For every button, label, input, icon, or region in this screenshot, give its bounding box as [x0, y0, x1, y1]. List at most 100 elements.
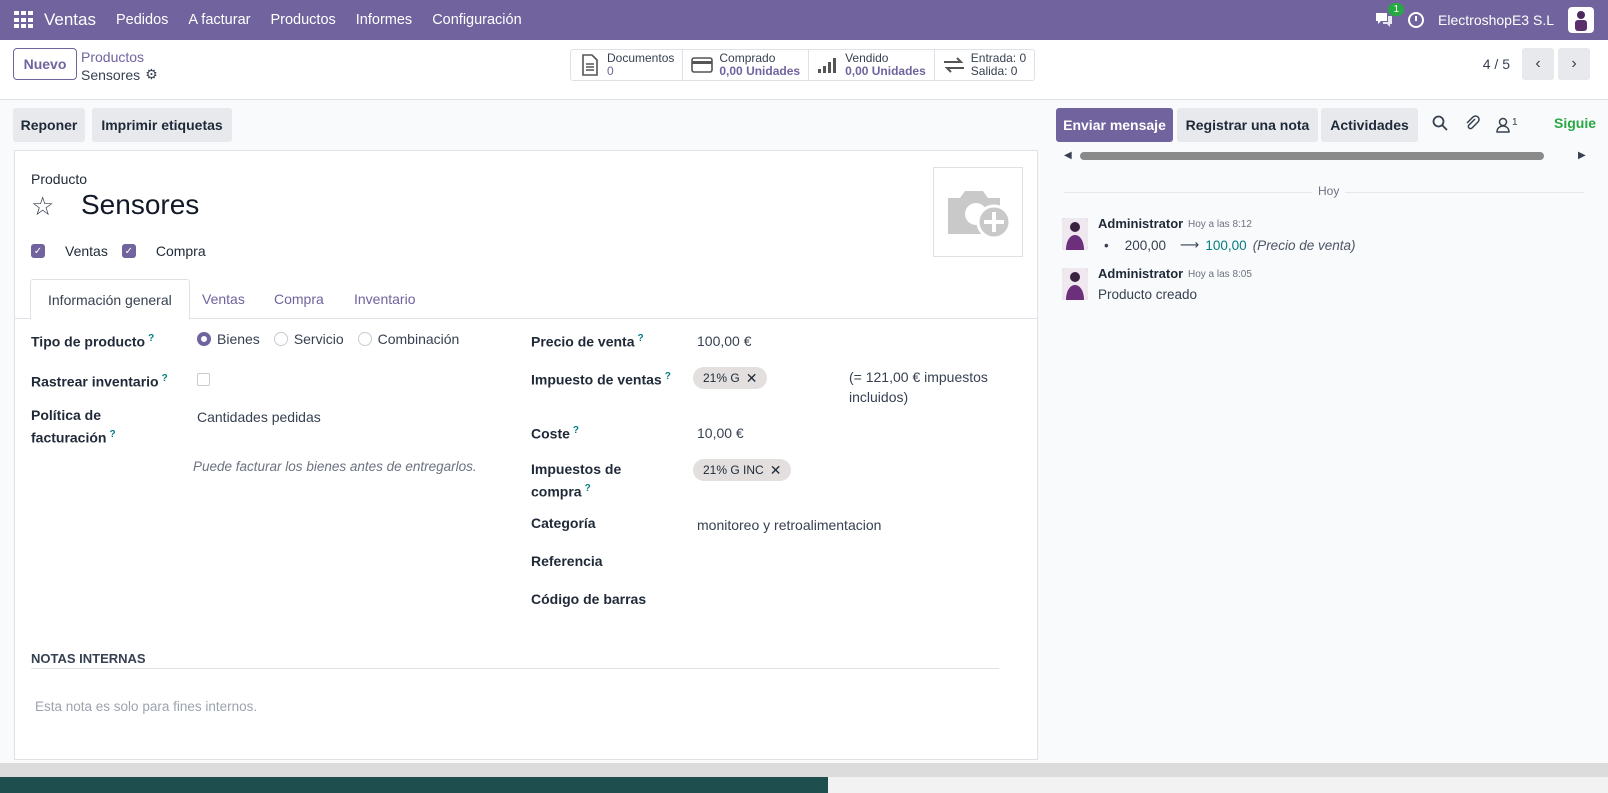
pager-previous-button[interactable]: ‹: [1522, 48, 1554, 80]
menu-informes[interactable]: Informes: [346, 12, 422, 28]
activities-button[interactable]: Actividades: [1321, 108, 1418, 142]
bar-chart-icon: [817, 57, 839, 74]
activity-clock-icon[interactable]: [1408, 12, 1425, 28]
tab-general-info[interactable]: Información general: [30, 279, 190, 320]
invoice-policy-label-line2: facturación: [31, 429, 107, 446]
help-icon[interactable]: ?: [665, 371, 671, 382]
document-icon: [579, 53, 601, 77]
pager-next-button[interactable]: ›: [1558, 48, 1590, 80]
sale-tax-label: Impuesto de ventas?: [531, 367, 671, 390]
track-inventory-checkbox[interactable]: [197, 373, 210, 386]
tab-inventory[interactable]: Inventario: [337, 279, 432, 319]
tab-purchase[interactable]: Compra: [257, 279, 341, 319]
pager-value[interactable]: 4 / 5: [1483, 56, 1510, 72]
cost-label: Coste?: [531, 421, 579, 444]
avatar[interactable]: [1062, 268, 1088, 300]
send-message-button[interactable]: Enviar mensaje: [1056, 108, 1173, 142]
radio-combo[interactable]: Combinación: [357, 331, 460, 347]
sale-price-field[interactable]: 100,00 €: [697, 331, 752, 351]
remove-tag-icon[interactable]: ✕: [746, 370, 758, 387]
tax-included-note: (= 121,00 € impuestos incluidos): [849, 367, 988, 407]
message-author[interactable]: Administrator: [1098, 266, 1183, 281]
purchase-tax-tag[interactable]: 21% G INC ✕: [693, 459, 792, 481]
radio-goods-dot[interactable]: [197, 332, 211, 346]
internal-notes-field[interactable]: Esta nota es solo para fines internos.: [35, 699, 257, 714]
print-labels-button[interactable]: Imprimir etiquetas: [92, 108, 232, 142]
divider: [31, 668, 999, 669]
new-button[interactable]: Nuevo: [13, 48, 77, 80]
credit-card-icon: [691, 56, 714, 74]
help-icon[interactable]: ?: [638, 333, 644, 344]
help-icon[interactable]: ?: [109, 429, 115, 440]
avatar[interactable]: [1062, 218, 1088, 250]
message-time: Hoy a las 8:12: [1188, 219, 1252, 230]
page-horizontal-scrollbar[interactable]: [0, 763, 1608, 777]
paperclip-icon[interactable]: [1464, 115, 1480, 134]
top-navbar: Ventas Pedidos A facturar Productos Info…: [0, 0, 1608, 40]
chevron-right-icon: ›: [1571, 55, 1577, 72]
smart-button-documents[interactable]: Documentos 0: [571, 50, 684, 80]
sale-tax-tag[interactable]: 21% G ✕: [693, 367, 768, 389]
sale-tax-tag-label: 21% G: [703, 371, 740, 385]
smart-button-moves[interactable]: Entrada: 0 Salida: 0: [935, 50, 1034, 80]
scroll-left-arrow-icon[interactable]: ◀: [1064, 150, 1072, 161]
sale-price-label: Precio de venta?: [531, 329, 644, 352]
radio-service[interactable]: Servicio: [273, 331, 344, 347]
radio-goods-label: Bienes: [217, 331, 260, 347]
radio-service-dot[interactable]: [273, 332, 288, 346]
product-image-upload[interactable]: [933, 167, 1023, 257]
smart-button-sold[interactable]: Vendido 0,00 Unidades: [809, 50, 935, 80]
apps-menu-icon[interactable]: [14, 11, 36, 29]
product-label: Producto: [31, 171, 88, 187]
follow-button[interactable]: Siguie: [1554, 115, 1596, 131]
product-name-field[interactable]: Sensores: [81, 189, 199, 221]
radio-combo-dot[interactable]: [357, 332, 372, 346]
user-avatar[interactable]: [1568, 7, 1594, 33]
smart-button-purchased[interactable]: Comprado 0,00 Unidades: [683, 50, 810, 80]
star-icon[interactable]: ☆: [31, 191, 54, 222]
category-field[interactable]: monitoreo y retroalimentacion: [697, 515, 881, 535]
product-checks: ✓ Ventas ✓ Compra: [31, 243, 206, 259]
category-label: Categoría: [531, 515, 596, 531]
reponer-button[interactable]: Reponer: [13, 108, 85, 142]
tab-sales[interactable]: Ventas: [185, 279, 262, 319]
invoice-policy-select[interactable]: Cantidades pedidas: [197, 407, 321, 427]
log-note-button[interactable]: Registrar una nota: [1177, 108, 1318, 142]
search-icon[interactable]: [1432, 115, 1448, 134]
remove-tag-icon[interactable]: ✕: [770, 462, 782, 479]
followers-button[interactable]: 1: [1496, 117, 1518, 133]
pager: 4 / 5 ‹ ›: [1483, 48, 1590, 80]
menu-a-facturar[interactable]: A facturar: [178, 12, 260, 28]
radio-combo-label: Combinación: [377, 331, 460, 347]
company-switcher[interactable]: ElectroshopE3 S.L: [1438, 12, 1554, 28]
sale-tax-label-text: Impuesto de ventas: [531, 371, 662, 388]
radio-goods[interactable]: Bienes: [197, 331, 260, 347]
menu-pedidos[interactable]: Pedidos: [106, 12, 178, 28]
smart-documents-label: Documentos: [607, 51, 675, 65]
breadcrumb-parent[interactable]: Productos: [81, 49, 144, 65]
help-icon[interactable]: ?: [585, 483, 591, 494]
chat-icon[interactable]: 1: [1374, 3, 1405, 29]
arrow-right-icon: ⟶: [1180, 237, 1200, 252]
tracking-new-value: 100,00: [1205, 237, 1247, 253]
smart-sold-value: 0,00 Unidades: [845, 64, 926, 78]
internal-notes-title: NOTAS INTERNAS: [31, 651, 146, 666]
purchase-ok-checkbox[interactable]: ✓: [121, 244, 136, 258]
message-author[interactable]: Administrator: [1098, 216, 1183, 231]
horizontal-scrollbar-thumb[interactable]: [1080, 152, 1544, 160]
gear-icon[interactable]: ⚙: [145, 66, 158, 83]
help-icon[interactable]: ?: [148, 333, 154, 344]
purchase-tax-tag-label: 21% G INC: [703, 463, 764, 477]
barcode-label: Código de barras: [531, 591, 647, 607]
help-icon[interactable]: ?: [162, 373, 168, 384]
cost-field[interactable]: 10,00 €: [697, 423, 744, 443]
help-icon[interactable]: ?: [573, 425, 579, 436]
sale-ok-checkbox[interactable]: ✓: [31, 244, 45, 258]
app-name[interactable]: Ventas: [44, 10, 96, 30]
invoice-policy-label: Política de facturación?: [31, 405, 116, 448]
menu-configuracion[interactable]: Configuración: [422, 12, 531, 28]
os-taskbar-right: [828, 777, 1608, 793]
menu-productos[interactable]: Productos: [260, 12, 345, 28]
scroll-right-arrow-icon[interactable]: ▶: [1578, 150, 1586, 161]
smart-purchased-value: 0,00 Unidades: [719, 64, 801, 78]
